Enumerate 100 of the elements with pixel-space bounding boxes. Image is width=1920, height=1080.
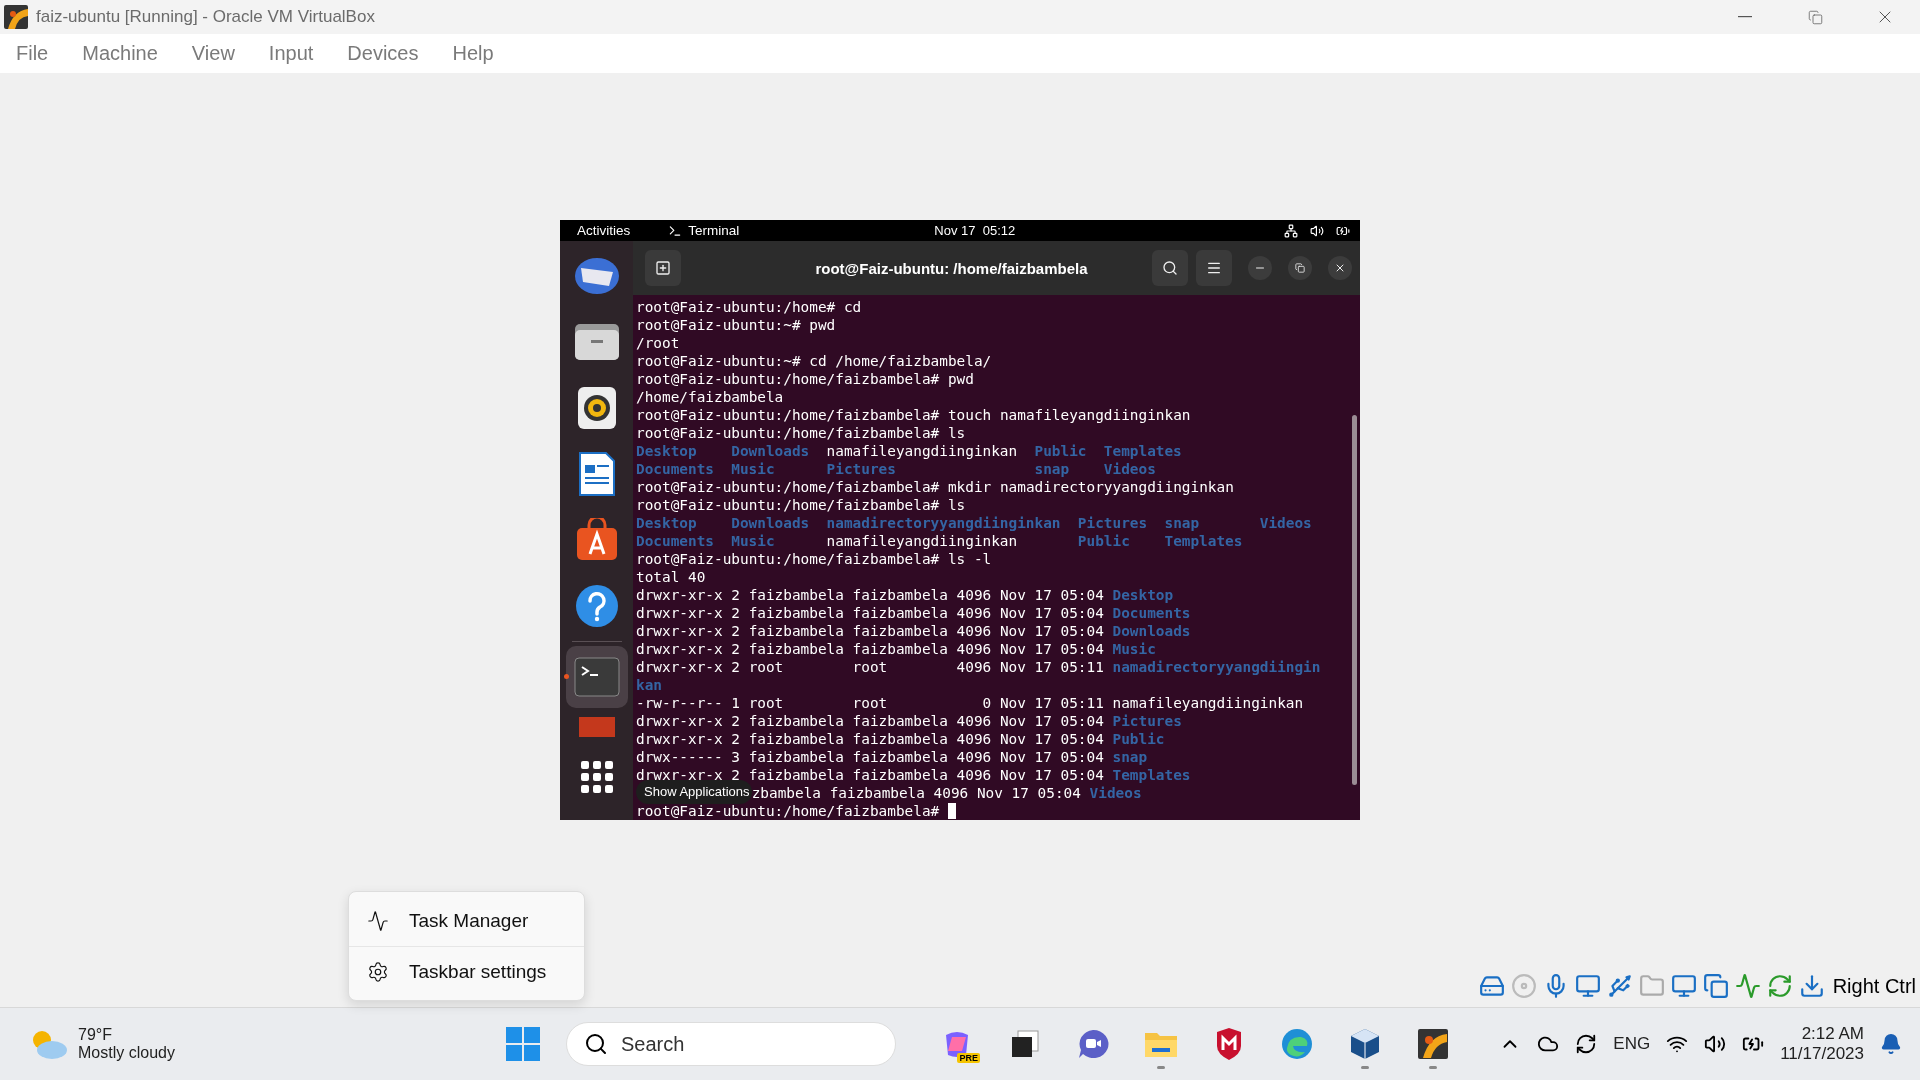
folder-app-icon (573, 322, 620, 362)
mail-app-icon (572, 256, 621, 296)
usb-icon[interactable] (1606, 973, 1633, 999)
directory-name: Pictures (826, 460, 897, 478)
taskbar-app-button[interactable]: PRE (932, 1019, 982, 1069)
clock-time[interactable]: 2:12 AM (1801, 1024, 1864, 1044)
search-field[interactable]: Search (566, 1022, 896, 1066)
terminal-text: root@Faiz-ubuntu:/home/faizbambela# ls (636, 424, 966, 442)
directory-name: Downloads (731, 442, 811, 460)
terminal-text: total 40 (636, 568, 706, 586)
menu-button[interactable] (1196, 250, 1232, 286)
directory-name: namadirectoryyangdiingin (1112, 658, 1321, 676)
weather-temperature: 79°F (78, 1026, 113, 1044)
directory-name: Desktop (636, 514, 698, 532)
directory-name: Videos (1259, 514, 1313, 532)
windows-logo-icon (506, 1027, 540, 1061)
terminal-text: drwxr-xr-x 2 faizbambela faizbambela 4096 Nov 17 05:04 (636, 622, 1105, 640)
directory-name: Music (731, 532, 776, 550)
running-indicator (1429, 1066, 1437, 1069)
tooltip: Show Applications (636, 780, 752, 804)
running-indicator (1361, 1066, 1369, 1069)
text-cursor (947, 803, 956, 819)
refresh-icon[interactable] (1766, 973, 1793, 999)
terminal-text: drwxr-xr-x 2 faizbambela faizbambela 4096 Nov 17 05:04 (636, 730, 1105, 748)
search-icon (1162, 260, 1178, 276)
directory-name: namadirectoryyangdiinginkan (826, 514, 1062, 532)
scrollbar[interactable] (1352, 415, 1357, 785)
running-indicator (563, 674, 569, 679)
restore-button[interactable] (1288, 256, 1312, 280)
terminal-title: root@Faiz-ubuntu: /home/faizbambela (814, 259, 1089, 277)
directory-name: Desktop (1112, 586, 1174, 604)
directory-name: Pictures (1077, 514, 1149, 532)
browser-icon (1281, 1028, 1313, 1060)
clock: Nov 17 05:12 (934, 223, 1016, 238)
terminal-text: root@Faiz-ubuntu:/home/faizbambela# ls (636, 496, 966, 514)
directory-name: snap (1112, 748, 1148, 766)
app-grid-icon (579, 760, 614, 794)
terminal-text: root@Faiz-ubuntu:/home/faizbambela# pwd (636, 370, 974, 388)
running-indicator (1157, 1066, 1165, 1069)
directory-name: Music (731, 460, 776, 478)
directory-name: Public (1077, 532, 1131, 550)
activity-icon[interactable] (1734, 973, 1761, 999)
task-view-icon (1010, 1029, 1040, 1059)
terminal-text: drwxr-xr-x 2 root root 4096 Nov 17 05:11 (636, 658, 1105, 676)
search-icon (584, 1032, 608, 1056)
app-icon (576, 717, 617, 737)
terminal-text: /home/faizbambela (636, 388, 784, 406)
settings-icon (367, 960, 389, 983)
menu-item[interactable]: Input (258, 38, 324, 69)
menu-item[interactable]: Help (442, 38, 504, 69)
weather-condition: Mostly cloudy (78, 1044, 175, 1062)
menu-item[interactable]: Devices (337, 38, 429, 69)
search-button[interactable] (1152, 250, 1188, 286)
notification-icon[interactable] (1880, 1033, 1902, 1055)
directory-name: Music (1112, 640, 1156, 658)
window-title: faiz-ubuntu [Running] - Oracle VM VirtualBox (36, 7, 376, 27)
preview-badge: PRE (957, 1053, 980, 1063)
context-menu-item[interactable]: Taskbar settings (349, 946, 584, 996)
directory-name: snap (1164, 514, 1201, 532)
file-name: namafileyangdiinginkan (826, 532, 1019, 550)
terminal-text: drwxr-xr-x 2 faizbambela faizbambela 4096 Nov 17 05:04 (636, 604, 1105, 622)
app-menu-button[interactable]: Terminal (668, 223, 740, 238)
display-icon[interactable] (1670, 973, 1697, 999)
language-indicator[interactable]: ENG (1613, 1034, 1651, 1054)
sync-icon[interactable] (1575, 1033, 1598, 1055)
clock-date[interactable]: 11/17/2023 (1780, 1044, 1864, 1064)
context-menu-item[interactable]: Task Manager (349, 896, 584, 946)
terminal-text: /root (636, 334, 680, 352)
minimize-icon (1738, 16, 1752, 18)
document-app-icon (577, 451, 616, 497)
shield-icon (1215, 1028, 1243, 1060)
terminal-text: zbambela faizbambela 4096 Nov 17 05:04 (751, 784, 1082, 802)
directory-name: kan (636, 676, 662, 694)
virtual-machine-icon (1417, 1028, 1449, 1060)
directory-name: Documents (636, 460, 715, 478)
menu-item[interactable]: File (6, 38, 59, 69)
minimize-button[interactable] (1248, 256, 1272, 280)
directory-name: Templates (1164, 532, 1244, 550)
close-button[interactable] (1328, 256, 1352, 280)
menu-item[interactable]: View (181, 38, 245, 69)
terminal-text: root@Faiz-ubuntu:/home# cd (636, 298, 862, 316)
menu-item[interactable]: Machine (72, 38, 168, 69)
terminal-prompt: root@Faiz-ubuntu:/home/faizbambela# (636, 802, 941, 820)
new-tab-button[interactable] (645, 250, 681, 286)
directory-name: Documents (636, 532, 715, 550)
activities-button[interactable]: Activities (577, 223, 631, 238)
directory-name: Videos (1103, 460, 1157, 478)
terminal-icon (668, 223, 683, 238)
download-icon[interactable] (1798, 973, 1825, 999)
speaker-app-icon (576, 386, 617, 430)
host-key-label: Right Ctrl (1832, 974, 1916, 998)
terminal-text: drwxr-xr-x 2 faizbambela faizbambela 4096 Nov 17 05:04 (636, 712, 1105, 730)
restore-icon (1295, 263, 1305, 273)
directory-name: Desktop (636, 442, 698, 460)
directory-name: Videos (1089, 784, 1142, 802)
directory-name: snap (1034, 460, 1071, 478)
terminal-text: drwx------ 3 faizbambela faizbambela 4096 Nov 17 05:04 (636, 748, 1105, 766)
app-logo-icon (4, 5, 28, 29)
volume-icon[interactable] (1704, 1033, 1727, 1055)
video-chat-icon (1076, 1028, 1110, 1060)
